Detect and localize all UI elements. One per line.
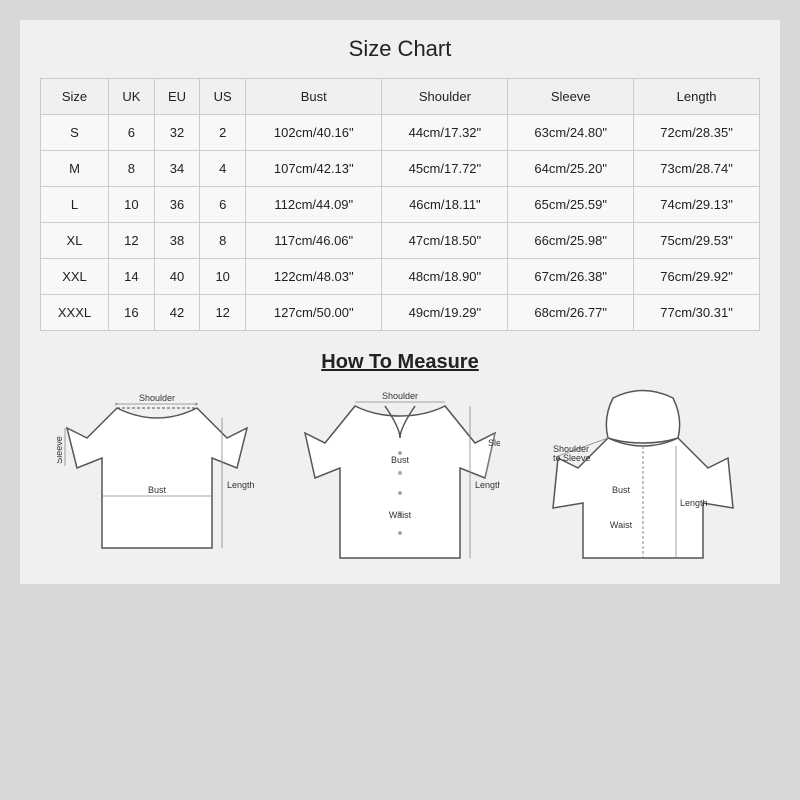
table-cell: 66cm/25.98": [508, 223, 634, 259]
svg-text:Waist: Waist: [610, 520, 633, 530]
table-cell: L: [41, 187, 109, 223]
table-cell: 73cm/28.74": [634, 151, 760, 187]
table-row: XXL144010122cm/48.03"48cm/18.90"67cm/26.…: [41, 259, 760, 295]
table-cell: 34: [154, 151, 200, 187]
page-title: Size Chart: [40, 36, 760, 62]
table-cell: 12: [109, 223, 155, 259]
table-cell: 48cm/18.90": [382, 259, 508, 295]
svg-text:Length: Length: [227, 480, 255, 490]
svg-text:Sleeve: Sleeve: [57, 436, 64, 464]
table-header-cell: Length: [634, 79, 760, 115]
table-cell: 72cm/28.35": [634, 115, 760, 151]
table-cell: 16: [109, 295, 155, 331]
svg-text:Bust: Bust: [612, 485, 631, 495]
table-cell: 112cm/44.09": [246, 187, 382, 223]
table-cell: 46cm/18.11": [382, 187, 508, 223]
table-cell: 49cm/19.29": [382, 295, 508, 331]
table-cell: 36: [154, 187, 200, 223]
tshirt-diagram: Shoulder Sleeve Bust Length: [40, 388, 273, 568]
table-cell: 64cm/25.20": [508, 151, 634, 187]
table-cell: 75cm/29.53": [634, 223, 760, 259]
main-container: Size Chart SizeUKEUUSBustShoulderSleeveL…: [20, 20, 780, 584]
shirt-diagram: Shoulder Bust Waist Length Sleeve: [283, 388, 516, 568]
table-cell: 77cm/30.31": [634, 295, 760, 331]
table-cell: S: [41, 115, 109, 151]
table-header-cell: EU: [154, 79, 200, 115]
svg-text:Length: Length: [475, 480, 500, 490]
table-cell: 40: [154, 259, 200, 295]
svg-text:Waist: Waist: [389, 510, 412, 520]
table-header-cell: Shoulder: [382, 79, 508, 115]
table-cell: XXXL: [41, 295, 109, 331]
table-cell: 65cm/25.59": [508, 187, 634, 223]
table-header-row: SizeUKEUUSBustShoulderSleeveLength: [41, 79, 760, 115]
table-cell: 8: [109, 151, 155, 187]
table-header-cell: US: [200, 79, 246, 115]
table-cell: 74cm/29.13": [634, 187, 760, 223]
svg-text:to Sleeve: to Sleeve: [553, 453, 591, 463]
table-header-cell: Sleeve: [508, 79, 634, 115]
table-cell: XXL: [41, 259, 109, 295]
table-cell: M: [41, 151, 109, 187]
table-row: L10366112cm/44.09"46cm/18.11"65cm/25.59"…: [41, 187, 760, 223]
table-row: M8344107cm/42.13"45cm/17.72"64cm/25.20"7…: [41, 151, 760, 187]
diagrams-section: Shoulder Sleeve Bust Length: [40, 388, 760, 568]
table-header-cell: Size: [41, 79, 109, 115]
table-row: XXXL164212127cm/50.00"49cm/19.29"68cm/26…: [41, 295, 760, 331]
table-header-cell: Bust: [246, 79, 382, 115]
table-cell: 6: [200, 187, 246, 223]
table-cell: 127cm/50.00": [246, 295, 382, 331]
svg-text:Sleeve: Sleeve: [488, 438, 500, 448]
table-cell: 10: [200, 259, 246, 295]
table-cell: 63cm/24.80": [508, 115, 634, 151]
svg-text:Shoulder: Shoulder: [382, 391, 418, 401]
svg-text:Bust: Bust: [391, 455, 410, 465]
table-cell: 4: [200, 151, 246, 187]
svg-text:Bust: Bust: [148, 485, 167, 495]
how-to-title: How To Measure: [40, 351, 760, 374]
svg-text:Length: Length: [680, 498, 708, 508]
table-cell: 10: [109, 187, 155, 223]
table-header-cell: UK: [109, 79, 155, 115]
table-cell: XL: [41, 223, 109, 259]
hoodie-diagram: Bust Waist Length Shoulder to Sleeve: [527, 388, 760, 568]
table-cell: 122cm/48.03": [246, 259, 382, 295]
table-cell: 14: [109, 259, 155, 295]
table-cell: 68cm/26.77": [508, 295, 634, 331]
table-cell: 117cm/46.06": [246, 223, 382, 259]
table-cell: 42: [154, 295, 200, 331]
table-cell: 76cm/29.92": [634, 259, 760, 295]
table-row: S6322102cm/40.16"44cm/17.32"63cm/24.80"7…: [41, 115, 760, 151]
table-cell: 12: [200, 295, 246, 331]
table-cell: 107cm/42.13": [246, 151, 382, 187]
table-cell: 2: [200, 115, 246, 151]
table-cell: 8: [200, 223, 246, 259]
table-cell: 38: [154, 223, 200, 259]
table-cell: 102cm/40.16": [246, 115, 382, 151]
table-cell: 44cm/17.32": [382, 115, 508, 151]
size-chart-table: SizeUKEUUSBustShoulderSleeveLength S6322…: [40, 78, 760, 331]
svg-text:Shoulder: Shoulder: [139, 393, 175, 403]
table-cell: 47cm/18.50": [382, 223, 508, 259]
table-row: XL12388117cm/46.06"47cm/18.50"66cm/25.98…: [41, 223, 760, 259]
table-cell: 6: [109, 115, 155, 151]
table-cell: 45cm/17.72": [382, 151, 508, 187]
table-cell: 67cm/26.38": [508, 259, 634, 295]
table-body: S6322102cm/40.16"44cm/17.32"63cm/24.80"7…: [41, 115, 760, 331]
table-cell: 32: [154, 115, 200, 151]
